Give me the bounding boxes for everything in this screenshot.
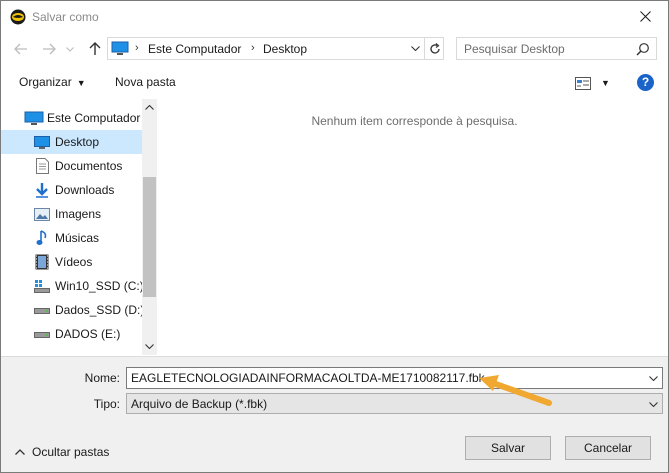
sidebar-item-videos[interactable]: Vídeos (1, 250, 142, 274)
music-icon (34, 230, 50, 246)
file-name-label: Nome: (84, 371, 120, 385)
sidebar-item-label: Músicas (55, 231, 100, 245)
file-name-input[interactable] (131, 371, 641, 385)
recent-locations-button[interactable] (63, 39, 77, 59)
file-name-dropdown-button[interactable] (644, 368, 662, 388)
chevron-down-icon (145, 344, 154, 349)
videos-icon (34, 254, 50, 270)
address-dropdown-button[interactable] (406, 38, 424, 59)
caret-down-icon: ▼ (601, 78, 610, 88)
breadcrumb-separator-icon: › (251, 42, 255, 54)
desktop-icon (34, 134, 50, 150)
back-button[interactable] (11, 39, 31, 59)
cancel-button[interactable]: Cancelar (565, 436, 651, 460)
pictures-icon (34, 206, 50, 222)
scrollbar-thumb[interactable] (143, 177, 156, 297)
chevron-down-icon (410, 46, 420, 51)
scroll-up-button[interactable] (142, 99, 157, 116)
computer-icon (24, 110, 44, 126)
breadcrumb-desktop[interactable]: Desktop (263, 42, 307, 56)
save-button[interactable]: Salvar (465, 436, 551, 460)
save-as-dialog: Salvar como › Este Computador › Desktop … (0, 0, 669, 473)
file-type-value: Arquivo de Backup (*.fbk) (131, 397, 268, 411)
app-logo-icon (10, 9, 26, 25)
file-type-dropdown-button[interactable] (644, 394, 662, 414)
sidebar-item-pictures[interactable]: Imagens (1, 202, 142, 226)
navigation-pane: Este Computador Desktop Documentos Downl… (1, 99, 157, 355)
command-bar: Organizar ▼ Nova pasta ▼ ? (1, 67, 668, 98)
close-button[interactable] (622, 1, 668, 32)
sidebar-item-drive-e[interactable]: DADOS (E:) (1, 322, 142, 346)
sidebar-item-downloads[interactable]: Downloads (1, 178, 142, 202)
breadcrumb-separator-icon: › (135, 42, 139, 54)
organize-label: Organizar (19, 75, 72, 89)
chevron-down-icon (648, 375, 658, 381)
address-bar[interactable]: › Este Computador › Desktop (107, 37, 444, 60)
hide-folders-label: Ocultar pastas (32, 445, 110, 459)
search-icon (636, 43, 649, 56)
scroll-down-button[interactable] (142, 338, 157, 355)
sidebar-item-label: Vídeos (55, 255, 93, 269)
file-type-label: Tipo: (93, 397, 120, 411)
downloads-icon (34, 182, 50, 198)
sidebar-item-label: Desktop (55, 135, 100, 149)
sidebar-item-label: Imagens (55, 207, 102, 221)
up-button[interactable] (85, 39, 105, 59)
computer-icon (111, 41, 129, 55)
arrow-left-icon (14, 43, 27, 55)
file-type-select[interactable]: Arquivo de Backup (*.fbk) (126, 393, 663, 414)
sidebar-item-drive-d[interactable]: Dados_SSD (D:) (1, 298, 145, 322)
arrow-right-icon (43, 43, 56, 55)
sidebar-item-documents[interactable]: Documentos (1, 154, 142, 178)
help-button[interactable]: ? (637, 74, 654, 91)
refresh-button[interactable] (424, 38, 444, 59)
chevron-down-icon (66, 46, 74, 52)
chevron-up-icon (15, 449, 25, 455)
new-folder-button[interactable]: Nova pasta (115, 75, 176, 89)
forward-button[interactable] (39, 39, 59, 59)
search-box[interactable] (456, 37, 657, 60)
sidebar-item-drive-c[interactable]: Win10_SSD (C:) (1, 274, 144, 298)
chevron-down-icon (648, 401, 658, 407)
sidebar-item-label: Documentos (55, 159, 123, 173)
refresh-icon (429, 42, 440, 54)
breadcrumb-this-pc[interactable]: Este Computador (148, 42, 241, 56)
sidebar-item-label: Este Computador (47, 111, 141, 125)
documents-icon (34, 158, 50, 174)
view-options-icon (575, 76, 591, 90)
sidebar-item-label: Dados_SSD (D:) (55, 303, 145, 317)
caret-down-icon: ▼ (76, 78, 86, 88)
sidebar-item-music[interactable]: Músicas (1, 226, 142, 250)
hide-folders-toggle[interactable]: Ocultar pastas (13, 445, 109, 459)
sidebar-item-label: Downloads (55, 183, 115, 197)
drive-icon (34, 326, 50, 342)
drive-icon (34, 302, 50, 318)
sidebar-item-desktop[interactable]: Desktop (1, 130, 142, 154)
window-title: Salvar como (32, 10, 99, 24)
navigation-scrollbar[interactable] (142, 99, 157, 355)
organize-button[interactable]: Organizar ▼ (19, 75, 86, 89)
sidebar-item-label: Win10_SSD (C:) (55, 279, 144, 293)
file-list[interactable]: Nenhum item corresponde à pesquisa. (161, 99, 668, 355)
sidebar-item-label: DADOS (E:) (55, 327, 121, 341)
sidebar-item-this-pc[interactable]: Este Computador (1, 106, 142, 130)
system-drive-icon (34, 278, 50, 294)
empty-results-message: Nenhum item corresponde à pesquisa. (311, 114, 518, 128)
address-row: › Este Computador › Desktop (1, 33, 668, 65)
file-name-combobox[interactable] (126, 367, 663, 389)
close-icon (639, 11, 651, 22)
chevron-up-icon (145, 105, 154, 110)
title-bar: Salvar como (1, 1, 668, 32)
save-options-panel: Nome: Tipo: Arquivo de Backup (*.fbk) Oc… (1, 356, 668, 472)
change-view-button[interactable]: ▼ (575, 75, 611, 91)
arrow-up-icon (89, 42, 101, 55)
search-input[interactable] (464, 42, 629, 56)
